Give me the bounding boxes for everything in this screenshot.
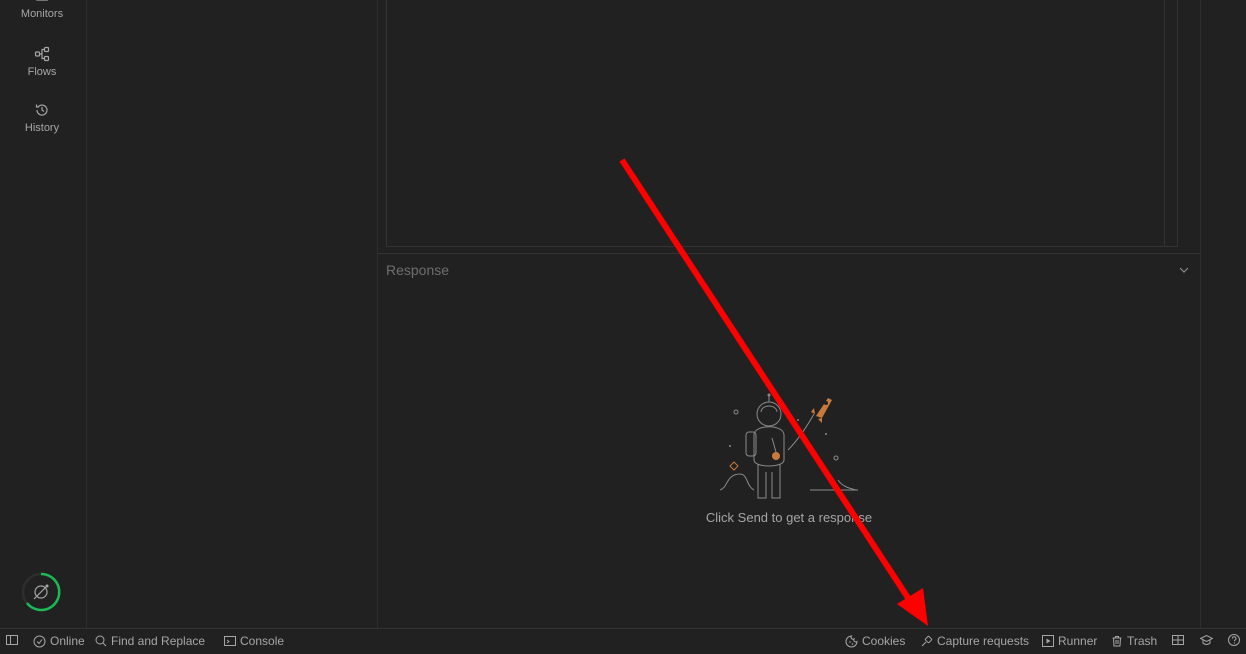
sidebar-item-label: Flows xyxy=(27,66,57,78)
history-icon xyxy=(35,104,48,116)
sidebar-item-label: History xyxy=(24,122,60,134)
play-icon xyxy=(1042,635,1054,647)
help-icon xyxy=(1228,634,1240,646)
find-replace-label: Find and Replace xyxy=(111,634,206,648)
help-button[interactable] xyxy=(1228,634,1240,646)
empty-response-message: Click Send to get a response xyxy=(705,510,873,525)
grid-layout-icon xyxy=(1172,635,1184,645)
graduation-cap-icon xyxy=(1200,634,1213,645)
layout-button[interactable] xyxy=(1172,634,1184,646)
learning-center-button[interactable] xyxy=(1200,634,1213,646)
flows-icon xyxy=(34,46,50,62)
astronaut-illustration xyxy=(719,393,858,499)
trash-icon xyxy=(1112,636,1122,647)
left-sidebar: Monitors Flows History xyxy=(0,0,87,628)
cookies-label: Cookies xyxy=(862,634,906,648)
sidebar-toggle-icon xyxy=(6,635,18,645)
monitor-icon xyxy=(35,0,49,1)
runner-button[interactable]: Runner xyxy=(1042,634,1097,648)
request-body-editor[interactable] xyxy=(386,0,1178,247)
satellite-icon xyxy=(21,572,61,612)
editor-scrollbar[interactable] xyxy=(1164,0,1169,246)
sidebar-item-label: Monitors xyxy=(20,8,64,20)
cookie-icon xyxy=(845,634,858,647)
toggle-sidebar-button[interactable] xyxy=(6,634,18,646)
cookies-button[interactable]: Cookies xyxy=(845,634,905,648)
capture-requests-button[interactable]: Capture requests xyxy=(920,634,1029,648)
sidebar-item-monitors[interactable]: Monitors xyxy=(0,0,84,20)
runner-label: Runner xyxy=(1058,634,1098,648)
sidebar-item-history[interactable]: History xyxy=(0,102,84,134)
sidebar-item-flows[interactable]: Flows xyxy=(0,46,84,78)
satellite-icon xyxy=(921,635,933,646)
trash-label: Trash xyxy=(1127,634,1158,648)
capture-label: Capture requests xyxy=(937,634,1030,648)
request-response-pane: Response Click Send to get a response xyxy=(378,0,1200,628)
console-icon xyxy=(224,636,236,646)
online-status-button[interactable]: Online xyxy=(33,634,85,648)
online-label: Online xyxy=(50,634,85,648)
console-button[interactable]: Console xyxy=(224,634,284,648)
console-label: Console xyxy=(240,634,285,648)
right-sidebar xyxy=(1200,0,1246,628)
sync-status-ring[interactable] xyxy=(21,572,61,612)
chevron-down-icon[interactable] xyxy=(1178,264,1190,276)
check-circle-icon xyxy=(33,635,46,647)
find-replace-button[interactable]: Find and Replace xyxy=(95,634,205,648)
search-icon xyxy=(95,635,107,647)
collection-pane xyxy=(87,0,378,628)
response-title: Response xyxy=(386,262,450,278)
trash-button[interactable]: Trash xyxy=(1111,634,1157,648)
status-bar: Online Find and Replace Console Cookies … xyxy=(0,628,1246,654)
pane-divider[interactable] xyxy=(378,253,1200,254)
